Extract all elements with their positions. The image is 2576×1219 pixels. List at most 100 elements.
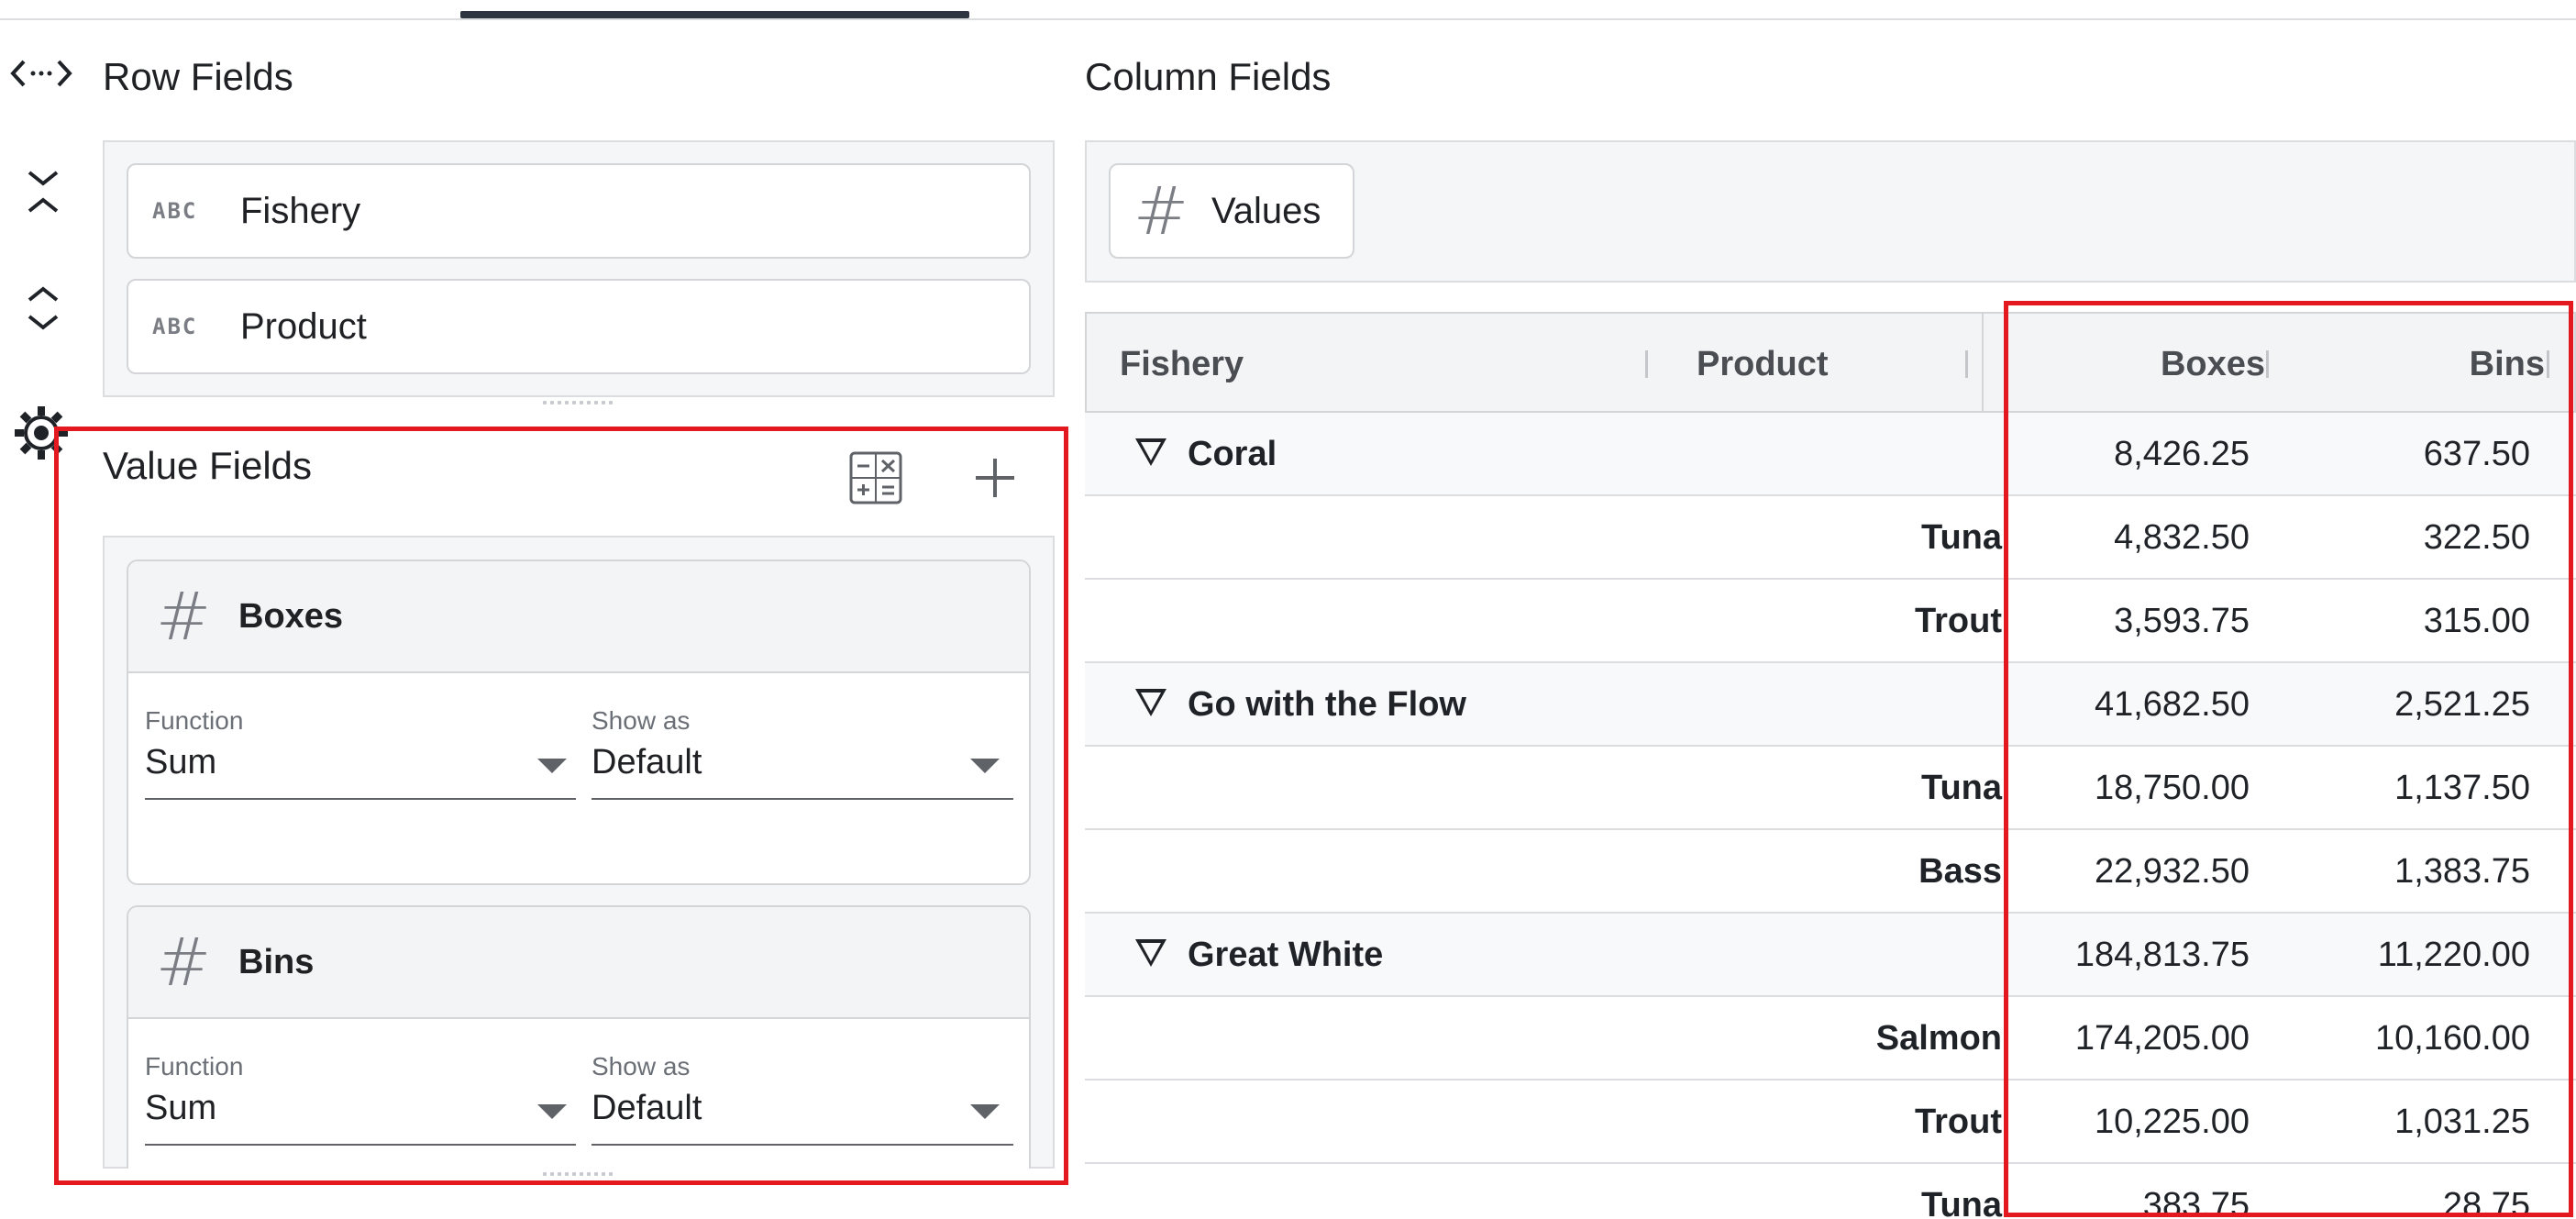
column-resize-handle[interactable] xyxy=(1645,350,1648,378)
bins-cell: 637.50 xyxy=(2423,435,2530,473)
show-as-label: Show as xyxy=(591,1052,691,1080)
column-header-product[interactable]: Product xyxy=(1697,345,1829,384)
bins-cell: 2,521.25 xyxy=(2394,685,2530,724)
product-cell: Trout xyxy=(1915,1103,2002,1141)
boxes-cell: 18,750.00 xyxy=(2094,769,2250,807)
chevron-down-icon xyxy=(970,1104,1000,1119)
collapse-all-icon[interactable] xyxy=(11,163,75,227)
function-label: Function xyxy=(145,706,244,735)
boxes-cell: 4,832.50 xyxy=(2114,518,2250,557)
fishery-cell: Coral xyxy=(1188,435,1277,473)
hash-icon: # xyxy=(155,924,212,1001)
row-field-fishery[interactable]: ABC Fishery xyxy=(127,163,1031,259)
chevron-down-icon xyxy=(537,1104,567,1119)
tab-strip-divider xyxy=(0,18,2576,20)
row-field-label: Fishery xyxy=(240,190,361,231)
hash-icon: # xyxy=(1133,172,1189,249)
chevron-down-icon xyxy=(537,759,567,773)
select-underline xyxy=(591,798,1013,800)
collapse-triangle-icon[interactable] xyxy=(1135,689,1166,716)
value-field-header[interactable]: # Boxes xyxy=(128,561,1029,673)
bins-cell: 1,137.50 xyxy=(2394,769,2530,807)
product-cell: Salmon xyxy=(1875,1019,2002,1058)
value-fields-resize-handle[interactable] xyxy=(532,1172,624,1180)
bins-cell: 28.75 xyxy=(2442,1186,2530,1219)
table-row[interactable]: Tuna 4,832.50 322.50 xyxy=(1085,496,2576,580)
table-row[interactable]: Go with the Flow 41,682.50 2,521.25 xyxy=(1085,663,2576,747)
boxes-cell: 383.75 xyxy=(2142,1186,2250,1219)
table-row[interactable]: Coral 8,426.25 637.50 xyxy=(1085,413,2576,496)
boxes-cell: 174,205.00 xyxy=(2074,1019,2250,1058)
value-field-card-boxes: # Boxes Function Sum Show as Default xyxy=(127,560,1031,885)
chevron-down-icon xyxy=(970,759,1000,773)
row-fields-resize-handle[interactable] xyxy=(532,401,624,408)
column-header-fishery[interactable]: Fishery xyxy=(1120,345,1244,384)
product-cell: Tuna xyxy=(1921,769,2002,807)
show-as-value: Default xyxy=(591,1089,702,1127)
function-label: Function xyxy=(145,1052,244,1080)
bins-cell: 1,383.75 xyxy=(2394,852,2530,891)
show-as-select[interactable]: Default xyxy=(591,1081,1013,1147)
select-underline xyxy=(145,1144,576,1146)
row-field-product[interactable]: ABC Product xyxy=(127,279,1031,374)
boxes-cell: 10,225.00 xyxy=(2094,1103,2250,1141)
product-cell: Tuna xyxy=(1921,518,2002,557)
bins-cell: 1,031.25 xyxy=(2394,1103,2530,1141)
add-icon[interactable] xyxy=(972,455,1018,501)
collapse-triangle-icon[interactable] xyxy=(1135,438,1166,466)
gear-icon[interactable] xyxy=(9,401,73,465)
row-fields-title: Row Fields xyxy=(103,55,293,98)
value-field-card-bins: # Bins Function Sum Show as Default xyxy=(127,905,1031,1169)
column-resize-handle[interactable] xyxy=(2266,350,2269,378)
table-row[interactable]: Trout 10,225.00 1,031.25 xyxy=(1085,1080,2576,1164)
column-header-boxes[interactable]: Boxes xyxy=(2059,345,2265,384)
collapse-triangle-icon[interactable] xyxy=(1135,939,1166,967)
show-as-select[interactable]: Default xyxy=(591,736,1013,802)
column-resize-handle[interactable] xyxy=(1965,350,1968,378)
fishery-cell: Go with the Flow xyxy=(1188,685,1466,724)
product-cell: Tuna xyxy=(1921,1186,2002,1219)
calculated-field-icon[interactable] xyxy=(848,450,903,505)
swap-arrows-icon[interactable] xyxy=(9,41,73,105)
table-row[interactable]: Bass 22,932.50 1,383.75 xyxy=(1085,830,2576,914)
function-value: Sum xyxy=(145,1089,217,1127)
boxes-cell: 22,932.50 xyxy=(2094,852,2250,891)
expand-all-icon[interactable] xyxy=(11,280,75,344)
table-row[interactable]: Tuna 383.75 28.75 xyxy=(1085,1164,2576,1219)
boxes-cell: 41,682.50 xyxy=(2094,685,2250,724)
column-fields-title: Column Fields xyxy=(1085,55,1332,98)
show-as-value: Default xyxy=(591,743,702,781)
text-type-icon: ABC xyxy=(152,314,198,339)
product-cell: Trout xyxy=(1915,602,2002,640)
value-field-name: Boxes xyxy=(238,596,344,636)
function-select[interactable]: Sum xyxy=(145,1081,576,1147)
bins-cell: 11,220.00 xyxy=(2377,936,2530,974)
column-header-bins[interactable]: Bins xyxy=(2325,345,2545,384)
column-field-values[interactable]: # Values xyxy=(1109,163,1354,259)
boxes-cell: 184,813.75 xyxy=(2074,936,2250,974)
boxes-cell: 8,426.25 xyxy=(2114,435,2250,473)
function-value: Sum xyxy=(145,743,217,781)
bins-cell: 322.50 xyxy=(2423,518,2530,557)
table-row[interactable]: Trout 3,593.75 315.00 xyxy=(1085,580,2576,663)
bins-cell: 315.00 xyxy=(2423,602,2530,640)
show-as-label: Show as xyxy=(591,706,691,735)
hash-icon: # xyxy=(155,578,212,655)
table-row[interactable]: Great White 184,813.75 11,220.00 xyxy=(1085,914,2576,997)
row-field-label: Product xyxy=(240,305,367,347)
product-cell: Bass xyxy=(1918,852,2002,891)
column-resize-handle[interactable] xyxy=(2547,350,2549,378)
bins-cell: 10,160.00 xyxy=(2374,1019,2530,1058)
text-type-icon: ABC xyxy=(152,198,198,224)
table-row[interactable]: Tuna 18,750.00 1,137.50 xyxy=(1085,747,2576,830)
value-fields-title: Value Fields xyxy=(103,444,313,487)
table-row[interactable]: Salmon 174,205.00 10,160.00 xyxy=(1085,997,2576,1080)
column-field-label: Values xyxy=(1211,190,1321,231)
select-underline xyxy=(591,1144,1013,1146)
fishery-cell: Great White xyxy=(1188,936,1384,974)
value-field-header[interactable]: # Bins xyxy=(128,907,1029,1019)
function-select[interactable]: Sum xyxy=(145,736,576,802)
grid-header: Fishery Product Boxes Bins xyxy=(1085,312,2576,413)
boxes-cell: 3,593.75 xyxy=(2114,602,2250,640)
value-field-name: Bins xyxy=(238,942,315,981)
